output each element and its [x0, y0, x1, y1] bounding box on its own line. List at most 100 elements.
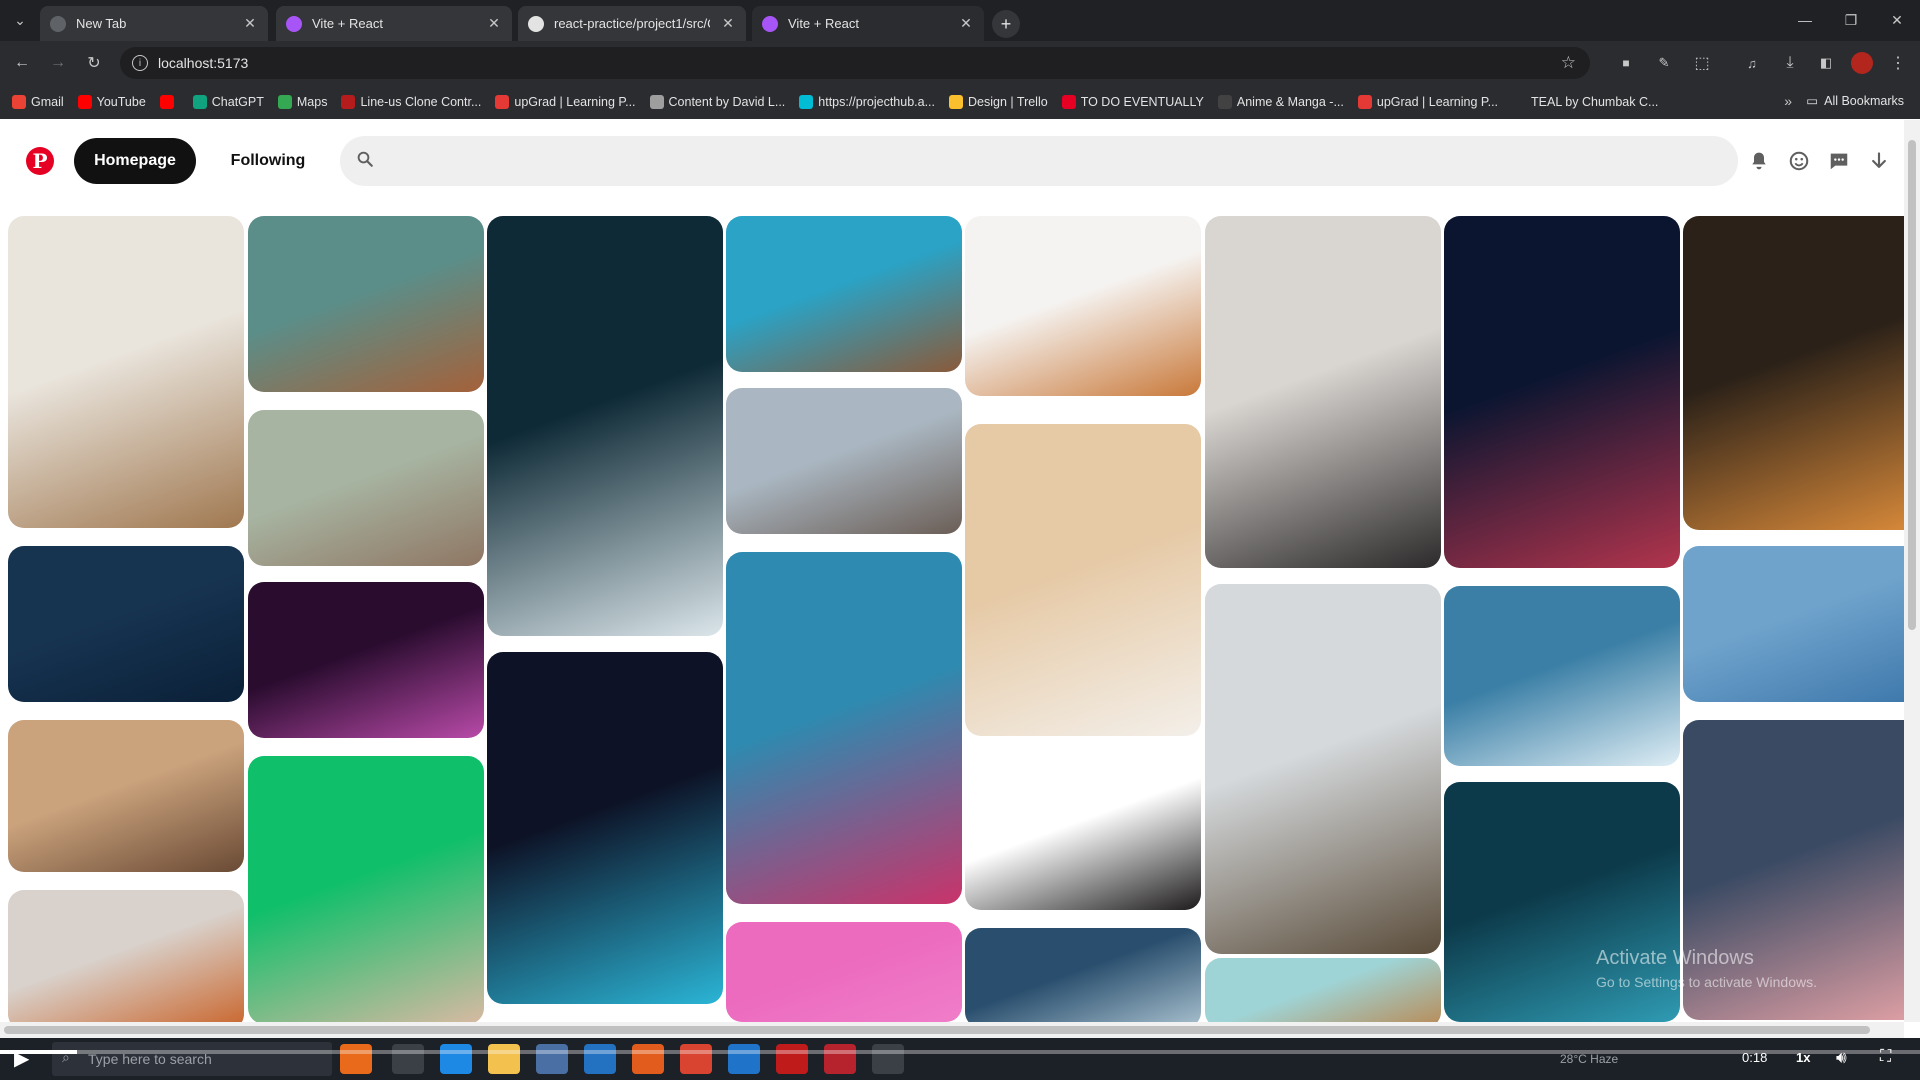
search-input[interactable] [340, 136, 1738, 186]
pen-extension-icon[interactable]: ✎ [1650, 49, 1678, 77]
side-panel-icon[interactable]: ◧ [1812, 49, 1840, 77]
pin-cat-sleeping-bed[interactable] [8, 216, 244, 528]
bookmark-item[interactable]: upGrad | Learning P... [1357, 95, 1498, 109]
bookmark-item[interactable]: upGrad | Learning P... [495, 95, 636, 109]
pin-orange-cat-building[interactable] [8, 890, 244, 1022]
bookmark-item[interactable]: Gmail [12, 95, 64, 109]
pin-ocean-waves-aerial[interactable] [487, 216, 723, 636]
pin-kitten-wood-floor[interactable] [248, 216, 484, 392]
app-icon-red[interactable] [824, 1044, 856, 1074]
browser-tab-new-tab[interactable]: New Tab ✕ [40, 6, 268, 41]
pin-kittens-basket[interactable] [965, 216, 1201, 396]
close-tab-icon[interactable]: ✕ [958, 15, 974, 32]
pin-tokyo-tower-neon[interactable] [487, 652, 723, 1004]
browser-tab-strip: ⌄ New Tab ✕ Vite + React ✕ react-practic… [0, 0, 1920, 41]
pin-deep-sea[interactable] [8, 546, 244, 702]
pin-corgi-dogs-running[interactable] [8, 720, 244, 872]
tab-title: Vite + React [788, 16, 859, 31]
bookmark-item[interactable] [159, 95, 179, 109]
browser-tab-vite-react-active[interactable]: Vite + React ✕ [752, 6, 984, 41]
pin-city-neon-crossing[interactable] [726, 552, 962, 904]
bookmark-favicon-icon [12, 95, 26, 109]
bookmark-item[interactable]: YouTube [77, 95, 146, 109]
bookmark-item[interactable]: TEAL by Chumbak C... [1512, 95, 1658, 109]
app-icon-dark[interactable] [872, 1044, 904, 1074]
extensions-puzzle-icon[interactable]: ⬚ [1688, 49, 1716, 77]
pin-alley-lanterns[interactable] [1683, 216, 1904, 530]
address-bar[interactable]: i localhost:5173 ☆ [120, 47, 1590, 79]
vertical-scrollbar[interactable] [1904, 120, 1920, 1022]
downloads-icon[interactable]: ⤓ [1776, 49, 1804, 77]
chrome-menu-icon[interactable]: ⋮ [1884, 49, 1912, 77]
site-info-icon[interactable]: i [132, 55, 148, 71]
weather-text: 28°C Haze [1560, 1052, 1619, 1066]
media-controls-icon[interactable]: ♫ [1738, 49, 1766, 77]
bookmark-item[interactable]: Anime & Manga -... [1217, 95, 1344, 109]
notifications-bell-icon[interactable] [1746, 148, 1772, 174]
pin-frenchie-green[interactable] [248, 756, 484, 1022]
pin-tabby-cat-portrait[interactable] [1205, 584, 1441, 954]
pin-cherry-tree-street[interactable] [726, 388, 962, 534]
smiley-face-icon[interactable] [1786, 148, 1812, 174]
pin-pink-solid[interactable] [726, 922, 962, 1022]
profile-avatar[interactable] [1848, 49, 1876, 77]
taskbar-search-input[interactable]: ⌕ Type here to search [52, 1042, 332, 1076]
browser-tab-vite-react-1[interactable]: Vite + React ✕ [276, 6, 512, 41]
mail-icon[interactable] [584, 1044, 616, 1074]
close-tab-icon[interactable]: ✕ [242, 15, 258, 32]
close-tab-icon[interactable]: ✕ [486, 15, 502, 32]
reload-icon[interactable]: ↻ [80, 49, 108, 77]
taskbar-app-icon[interactable] [340, 1044, 372, 1074]
download-arrow-icon[interactable] [1866, 148, 1892, 174]
pin-white-black-dogs-rug[interactable] [1205, 216, 1441, 568]
homepage-button[interactable]: Homepage [74, 138, 196, 184]
pinterest-logo[interactable]: P [26, 147, 54, 175]
minimize-icon[interactable]: — [1782, 6, 1828, 34]
restore-icon[interactable]: ❐ [1828, 6, 1874, 34]
horizontal-scrollbar[interactable] [0, 1022, 1904, 1038]
bookmark-star-icon[interactable]: ☆ [1561, 53, 1576, 73]
pin-kitten-reaching[interactable] [1205, 958, 1441, 1022]
close-tab-icon[interactable]: ✕ [720, 15, 736, 32]
firefox-icon[interactable] [632, 1044, 664, 1074]
pin-icy-ocean[interactable] [1444, 586, 1680, 766]
pin-dogs-blue-sky[interactable] [726, 216, 962, 372]
activate-windows-watermark: Activate Windows Go to Settings to activ… [1596, 946, 1817, 994]
pin-puppies-gravel[interactable] [248, 410, 484, 566]
pin-neon-street-night[interactable] [1444, 216, 1680, 568]
pin-black-dog-white[interactable] [965, 754, 1201, 910]
forward-icon[interactable]: → [44, 49, 72, 77]
pin-sea-surface-1[interactable] [965, 928, 1201, 1022]
vscode-icon[interactable] [728, 1044, 760, 1074]
file-explorer-icon[interactable] [488, 1044, 520, 1074]
bookmark-item[interactable]: ChatGPT [192, 95, 264, 109]
browser-tab-github[interactable]: react-practice/project1/src/Con ✕ [518, 6, 746, 41]
extension-icon[interactable]: ■ [1612, 49, 1640, 77]
messages-icon[interactable] [1826, 148, 1852, 174]
bookmark-item[interactable]: Design | Trello [949, 95, 1048, 109]
taskbar: ▶ ⌕ Type here to search 28°C Haze 0:18 1… [0, 1038, 1920, 1080]
task-view-icon[interactable] [392, 1044, 424, 1074]
bookmark-label: Line-us Clone Contr... [360, 95, 482, 109]
pin-beach-sand[interactable] [965, 424, 1201, 736]
edge-icon[interactable] [440, 1044, 472, 1074]
close-window-icon[interactable]: ✕ [1874, 6, 1920, 34]
opera-icon[interactable] [776, 1044, 808, 1074]
bookmark-label: Content by David L... [668, 95, 786, 109]
following-button[interactable]: Following [214, 138, 322, 184]
chrome-taskbar-icon[interactable] [680, 1044, 712, 1074]
store-icon[interactable] [536, 1044, 568, 1074]
all-bookmarks-button[interactable]: ▭ All Bookmarks [1806, 93, 1904, 109]
bookmarks-overflow-icon[interactable]: » [1784, 93, 1792, 109]
bookmark-item[interactable]: https://projecthub.a... [799, 95, 935, 109]
video-progress-bar[interactable] [0, 1050, 1920, 1054]
tab-search-chevron-icon[interactable]: ⌄ [10, 8, 30, 32]
bookmark-item[interactable]: Line-us Clone Contr... [341, 95, 481, 109]
bookmark-item[interactable]: TO DO EVENTUALLY [1061, 95, 1204, 109]
pin-sea-horizon[interactable] [1683, 546, 1904, 702]
bookmark-item[interactable]: Content by David L... [649, 95, 786, 109]
new-tab-button[interactable]: + [992, 10, 1020, 38]
pin-purple-street[interactable] [248, 582, 484, 738]
bookmark-item[interactable]: Maps [277, 95, 327, 109]
back-icon[interactable]: ← [8, 49, 36, 77]
